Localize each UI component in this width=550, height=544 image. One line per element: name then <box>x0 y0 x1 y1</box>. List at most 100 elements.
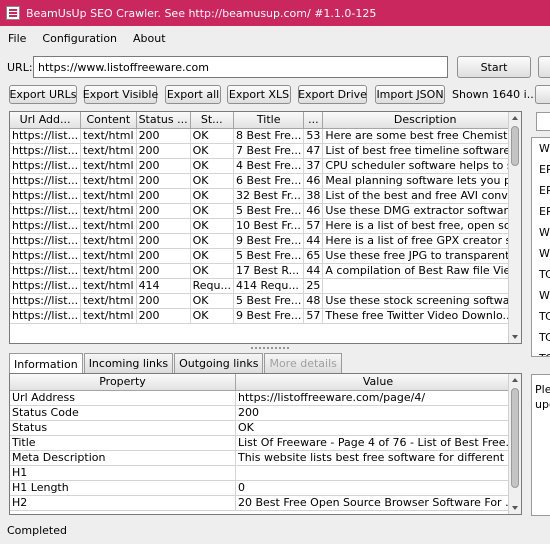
scroll-down-icon[interactable] <box>512 335 518 339</box>
table-row[interactable]: https://list... text/html 200 OK 6 Best Fre.… <box>10 173 521 189</box>
info-header-row: Property Value <box>10 374 521 391</box>
cell-title: 32 Best Fr... <box>233 188 305 204</box>
cell-status: OK <box>190 203 234 219</box>
cell-status-code: 200 <box>136 203 191 219</box>
table-row[interactable]: https://list... text/html 414 Requ... 414 Re… <box>10 278 521 294</box>
col-content[interactable]: Content <box>80 112 137 129</box>
col-url-address[interactable]: Url Add... <box>10 112 82 129</box>
information-table[interactable]: Property Value Url Address https://listof… <box>9 373 522 515</box>
col-title-length[interactable]: ... <box>303 112 324 129</box>
export-xls-button[interactable]: Export XLS <box>227 85 291 104</box>
window-title: BeamUsUp SEO Crawler. See http://beamusu… <box>26 6 377 20</box>
filter-list-item[interactable]: W <box>532 222 550 243</box>
table-row[interactable]: H2 20 Best Free Open Source Browser Softw… <box>10 495 521 511</box>
export-all-button[interactable]: Export all <box>165 85 221 104</box>
information-grid: Property Value Url Address https://listof… <box>10 374 521 511</box>
start-button[interactable]: Start <box>457 56 531 78</box>
col-description[interactable]: Description <box>322 112 521 129</box>
scroll-up-icon[interactable] <box>512 378 518 382</box>
splitter-handle[interactable] <box>250 346 290 350</box>
col-title[interactable]: Title <box>233 112 305 129</box>
cell-status-code: 200 <box>136 233 191 249</box>
cell-status-code: 200 <box>136 263 191 279</box>
table-row[interactable]: H1 Length 0 <box>10 480 521 496</box>
table-row[interactable]: https://list... text/html 200 OK 9 Best Fre.… <box>10 233 521 249</box>
filter-list-item[interactable]: TC <box>532 348 550 356</box>
table-row[interactable]: https://list... text/html 200 OK 7 Best Fre.… <box>10 143 521 159</box>
cell-url: https://list... <box>10 128 82 144</box>
cell-value: List Of Freeware - Page 4 of 76 - List o… <box>235 435 521 451</box>
table-row[interactable]: Meta Description This website lists best … <box>10 450 521 466</box>
results-scrollbar[interactable] <box>508 112 521 343</box>
filter-list-item[interactable]: TC <box>532 327 550 348</box>
table-row[interactable]: https://list... text/html 200 OK 5 Best Fre.… <box>10 293 521 309</box>
secondary-button[interactable] <box>538 56 550 78</box>
table-row[interactable]: Status OK <box>10 420 521 436</box>
table-row[interactable]: Title List Of Freeware - Page 4 of 76 - L… <box>10 435 521 451</box>
url-row: URL: Start <box>0 56 550 80</box>
table-row[interactable]: https://list... text/html 200 OK 5 Best Fre.… <box>10 203 521 219</box>
results-table[interactable]: Url Add... Content Status ... St... Titl… <box>9 111 522 344</box>
cell-content: text/html <box>80 173 137 189</box>
menu-file[interactable]: File <box>0 32 34 45</box>
filter-list-item[interactable]: ER <box>532 159 550 180</box>
detail-tabs: Information Incoming links Outgoing link… <box>9 353 343 374</box>
table-row[interactable]: https://list... text/html 200 OK 5 Best Fre.… <box>10 248 521 264</box>
scroll-thumb[interactable] <box>511 126 519 166</box>
filter-button[interactable] <box>535 85 550 104</box>
tab-information[interactable]: Information <box>9 353 83 374</box>
right-panel-tab[interactable] <box>536 112 550 131</box>
table-row[interactable]: https://list... text/html 200 OK 17 Best R..… <box>10 263 521 279</box>
filter-list-item[interactable]: W <box>532 285 550 306</box>
title-bar: BeamUsUp SEO Crawler. See http://beamusu… <box>0 0 550 26</box>
filter-list-item[interactable]: ER <box>532 201 550 222</box>
col-value[interactable]: Value <box>235 374 521 391</box>
import-json-button[interactable]: Import JSON <box>375 85 445 104</box>
filter-list-item[interactable]: W <box>532 243 550 264</box>
url-input[interactable] <box>33 56 448 78</box>
table-row[interactable]: https://list... text/html 200 OK 10 Best Fr.… <box>10 218 521 234</box>
tab-more-details: More details <box>264 353 342 373</box>
cell-status: OK <box>190 173 234 189</box>
menu-configuration[interactable]: Configuration <box>34 32 125 45</box>
cell-value: 0 <box>235 480 521 496</box>
table-row[interactable]: H1 <box>10 465 521 481</box>
scroll-up-icon[interactable] <box>512 116 518 120</box>
cell-title: 5 Best Fre... <box>233 203 305 219</box>
cell-status: OK <box>190 293 234 309</box>
table-row[interactable]: https://list... text/html 200 OK 32 Best Fr.… <box>10 188 521 204</box>
info-scrollbar[interactable] <box>508 374 521 514</box>
table-row[interactable]: https://list... text/html 200 OK 9 Best Fre.… <box>10 308 521 324</box>
tab-incoming-links[interactable]: Incoming links <box>83 353 174 373</box>
cell-property: Meta Description <box>10 450 236 466</box>
table-row[interactable]: Status Code 200 <box>10 405 521 421</box>
cell-status: OK <box>190 263 234 279</box>
cell-status: OK <box>190 158 234 174</box>
scroll-down-icon[interactable] <box>512 506 518 510</box>
cell-status-code: 200 <box>136 173 191 189</box>
url-label: URL: <box>7 61 33 74</box>
col-status-code[interactable]: Status ... <box>136 112 191 129</box>
filter-list-item[interactable]: W <box>532 138 550 159</box>
col-property[interactable]: Property <box>10 374 236 391</box>
export-drive-button[interactable]: Export Drive <box>298 85 367 104</box>
cell-title-length: 37 <box>303 158 324 174</box>
results-header-row: Url Add... Content Status ... St... Titl… <box>10 112 521 129</box>
cell-status-code: 200 <box>136 128 191 144</box>
scroll-thumb[interactable] <box>511 388 519 488</box>
export-urls-button[interactable]: Export URLs <box>9 85 77 104</box>
table-row[interactable]: https://list... text/html 200 OK 4 Best Fre.… <box>10 158 521 174</box>
filter-list-item[interactable]: TC <box>532 306 550 327</box>
cell-property: Status Code <box>10 405 236 421</box>
filter-list-item[interactable]: TC <box>532 264 550 285</box>
menu-about[interactable]: About <box>125 32 174 45</box>
cell-description <box>322 278 521 294</box>
table-row[interactable]: Url Address https://listoffreeware.com/pa… <box>10 390 521 406</box>
export-visible-button[interactable]: Export Visible <box>83 85 158 104</box>
table-row[interactable]: https://list... text/html 200 OK 8 Best Fre.… <box>10 128 521 144</box>
cell-property: Url Address <box>10 390 236 406</box>
filter-list-item[interactable]: ER <box>532 180 550 201</box>
cell-description: Here are some best free Chemistr... <box>322 128 521 144</box>
tab-outgoing-links[interactable]: Outgoing links <box>174 353 264 373</box>
col-status[interactable]: St... <box>190 112 234 129</box>
